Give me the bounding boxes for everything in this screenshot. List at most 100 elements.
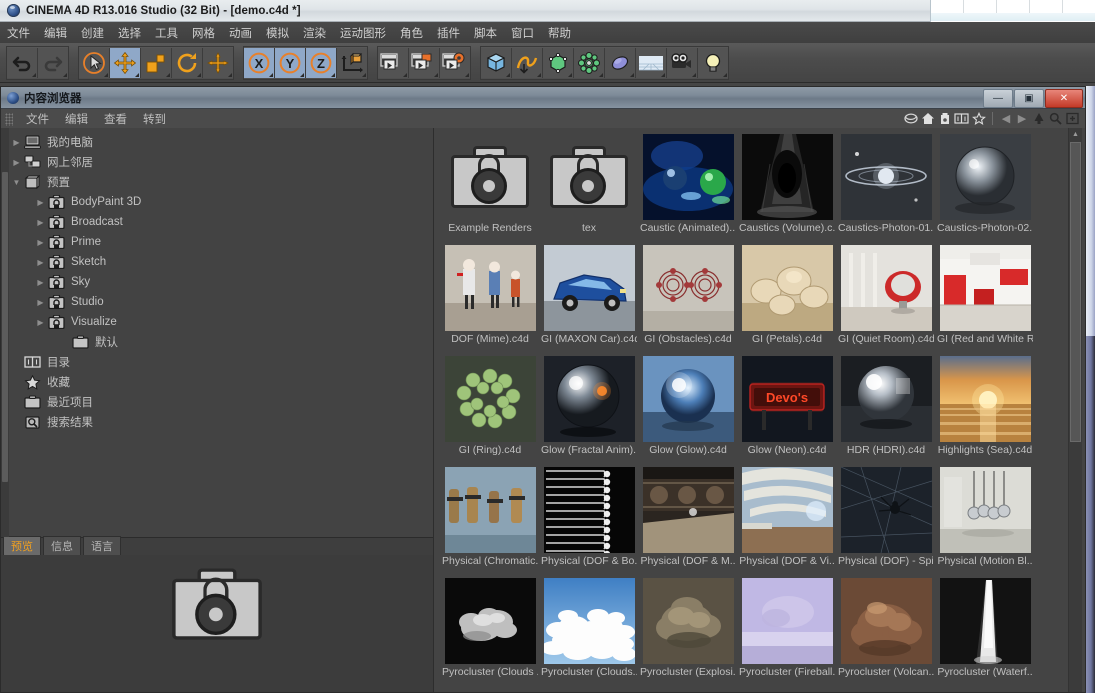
toolbar-button-add[interactable] [203, 47, 233, 78]
content-item[interactable]: GI (Petals).c4d [738, 245, 836, 356]
menu-item-0[interactable]: 文件 [0, 23, 37, 43]
toolbar-button-render-settings[interactable] [440, 47, 470, 78]
menu-item-9[interactable]: 运动图形 [333, 23, 393, 43]
tree-node-8[interactable]: ▶ Studio [1, 292, 433, 312]
toolbar-button-render-region[interactable] [409, 47, 440, 78]
content-item[interactable]: Caustics-Photon-01.. [837, 134, 935, 245]
tree-node-2[interactable]: ▼ 预置 [1, 172, 433, 192]
tree-node-4[interactable]: ▶ Broadcast [1, 212, 433, 232]
toolbar-button-deformer[interactable] [574, 47, 605, 78]
chevron-right-icon[interactable]: ▶ [35, 297, 46, 308]
tree-node-9[interactable]: ▶ Visualize [1, 312, 433, 332]
tree-node-1[interactable]: ▶ 网上邻居 [1, 152, 433, 172]
preview-tab-2[interactable]: 语言 [83, 536, 121, 555]
nav-back-icon[interactable]: ◀ [998, 111, 1014, 125]
menu-item-11[interactable]: 插件 [430, 23, 467, 43]
chevron-right-icon[interactable]: ▶ [35, 317, 46, 328]
toolbar-button-move[interactable] [110, 47, 141, 78]
menu-item-4[interactable]: 工具 [148, 23, 185, 43]
content-item[interactable]: GI (Ring).c4d [441, 356, 539, 467]
content-item[interactable]: Physical (Motion Bl.. [936, 467, 1034, 578]
content-item[interactable]: Pyrocluster (Clouds.. [540, 578, 638, 689]
menu-item-6[interactable]: 动画 [222, 23, 259, 43]
content-item[interactable]: Physical (DOF & M.. [639, 467, 737, 578]
scroll-up-arrow[interactable]: ▲ [1069, 128, 1082, 140]
chevron-right-icon[interactable] [11, 377, 22, 388]
content-item[interactable]: Physical (Chromatic.. [441, 467, 539, 578]
toolbar-button-cube[interactable] [481, 47, 512, 78]
cb-menu-item-3[interactable]: 转到 [135, 110, 174, 128]
toolbar-button-select-live[interactable] [79, 47, 110, 78]
toolbar-button-render-view[interactable] [378, 47, 409, 78]
content-item[interactable]: Pyrocluster (Explosi.. [639, 578, 737, 689]
tree-node-0[interactable]: ▶ 我的电脑 [1, 132, 433, 152]
chevron-right-icon[interactable]: ▶ [35, 237, 46, 248]
toolbar-button-nurbs[interactable] [543, 47, 574, 78]
chevron-right-icon[interactable]: ▶ [11, 157, 22, 168]
nav-forward-icon[interactable]: ▶ [1014, 111, 1030, 125]
content-item[interactable]: Caustics-Photon-02.. [936, 134, 1034, 245]
tree-node-5[interactable]: ▶ Prime [1, 232, 433, 252]
up-icon[interactable] [1030, 110, 1047, 126]
menu-item-13[interactable]: 窗口 [504, 23, 541, 43]
toolbar-button-spline[interactable] [512, 47, 543, 78]
menu-grip-handle[interactable] [5, 112, 13, 126]
content-item[interactable]: Pyrocluster (Fireball.. [738, 578, 836, 689]
chevron-right-icon[interactable]: ▶ [11, 137, 22, 148]
cb-menu-item-0[interactable]: 文件 [18, 110, 57, 128]
content-item[interactable]: Physical (DOF) - Spi.. [837, 467, 935, 578]
chevron-right-icon[interactable] [11, 357, 22, 368]
tree-scrollbar[interactable] [1, 128, 9, 537]
content-item[interactable]: Devo's Glow (Neon).c4d [738, 356, 836, 467]
toolbar-button-axis-x[interactable]: X [244, 47, 275, 78]
tree-node-3[interactable]: ▶ BodyPaint 3D [1, 192, 433, 212]
preview-tab-1[interactable]: 信息 [43, 536, 81, 555]
grid-scrollbar[interactable]: ▲ [1068, 128, 1082, 692]
toolbar-button-scale[interactable] [141, 47, 172, 78]
content-item[interactable]: GI (Red and White R.. [936, 245, 1034, 356]
presets-icon[interactable] [936, 110, 953, 126]
tree-node-13[interactable]: 最近项目 [1, 392, 433, 412]
toolbar-button-redo[interactable] [38, 47, 68, 78]
menu-item-5[interactable]: 网格 [185, 23, 222, 43]
toolbar-button-floor[interactable] [636, 47, 667, 78]
cb-menu-item-2[interactable]: 查看 [96, 110, 135, 128]
cb-menu-item-1[interactable]: 编辑 [57, 110, 96, 128]
content-item[interactable]: GI (MAXON Car).c4d [540, 245, 638, 356]
tree-node-6[interactable]: ▶ Sketch [1, 252, 433, 272]
content-item[interactable]: tex [540, 134, 638, 245]
tree-node-14[interactable]: 搜索结果 [1, 412, 433, 432]
chevron-down-icon[interactable]: ▼ [11, 177, 22, 188]
content-item[interactable]: Highlights (Sea).c4d [936, 356, 1034, 467]
menu-item-12[interactable]: 脚本 [467, 23, 504, 43]
content-item[interactable]: GI (Obstacles).c4d [639, 245, 737, 356]
chevron-right-icon[interactable] [59, 337, 70, 348]
menu-item-10[interactable]: 角色 [393, 23, 430, 43]
chevron-right-icon[interactable]: ▶ [35, 257, 46, 268]
menu-item-14[interactable]: 帮助 [541, 23, 578, 43]
content-item[interactable]: Pyrocluster (Waterf.. [936, 578, 1034, 689]
chevron-right-icon[interactable] [11, 397, 22, 408]
toolbar-button-undo[interactable] [7, 47, 38, 78]
tree-node-10[interactable]: 默认 [1, 332, 433, 352]
minimize-button[interactable]: — [983, 89, 1013, 108]
toolbar-button-rotate[interactable] [172, 47, 203, 78]
content-item[interactable]: Caustic (Animated)... [639, 134, 737, 245]
search-icon[interactable] [1047, 110, 1064, 126]
toolbar-button-camera[interactable] [667, 47, 698, 78]
toolbar-button-axis-z[interactable]: Z [306, 47, 337, 78]
content-item[interactable]: Glow (Fractal Anim).. [540, 356, 638, 467]
chevron-right-icon[interactable]: ▶ [35, 217, 46, 228]
menu-item-3[interactable]: 选择 [111, 23, 148, 43]
menu-item-1[interactable]: 编辑 [37, 23, 74, 43]
grid-scrollbar-thumb[interactable] [1070, 142, 1081, 442]
content-item[interactable]: Pyrocluster (Volcan.. [837, 578, 935, 689]
menu-item-7[interactable]: 模拟 [259, 23, 296, 43]
favorites-star-icon[interactable] [970, 110, 987, 126]
tree-node-7[interactable]: ▶ Sky [1, 272, 433, 292]
content-item[interactable]: HDR (HDRI).c4d [837, 356, 935, 467]
chevron-right-icon[interactable] [11, 417, 22, 428]
tree-node-11[interactable]: 目录 [1, 352, 433, 372]
chevron-right-icon[interactable]: ▶ [35, 197, 46, 208]
globe-icon[interactable] [902, 110, 919, 126]
